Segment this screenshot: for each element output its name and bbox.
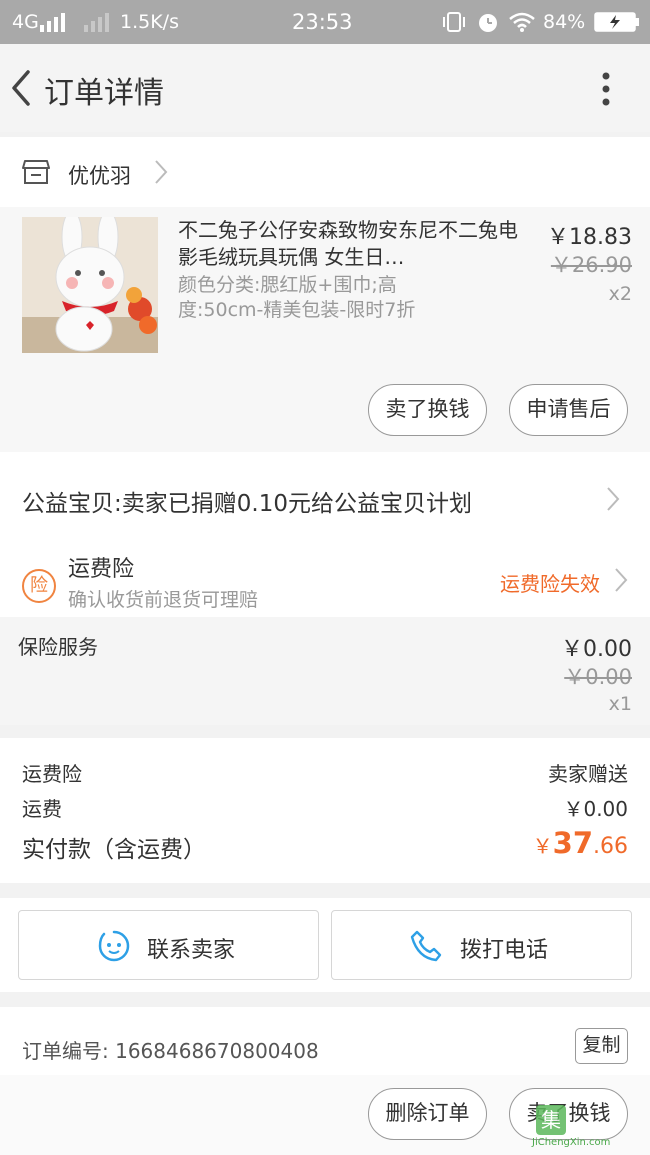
more-menu-icon[interactable] <box>592 70 620 110</box>
watermark-text: JiChengXin.com <box>532 1137 611 1148</box>
sell-button[interactable]: 卖了换钱 <box>509 1088 628 1140</box>
status-bar: 4G 1.5K/s 23:53 84% <box>0 0 650 44</box>
page-title: 订单详情 <box>44 76 164 111</box>
network-type: 4G <box>12 11 39 33</box>
shipping-insurance-status[interactable]: 运费险失效 <box>500 568 600 597</box>
charity-row[interactable]: 公益宝贝:卖家已捐赠0.10元给公益宝贝计划 <box>0 452 650 547</box>
insurance-service-price: ￥0.00 <box>561 637 632 662</box>
call-button[interactable]: 拨打电话 <box>331 910 632 980</box>
sell-button[interactable]: 卖了换钱 <box>368 384 487 436</box>
chevron-right-icon <box>615 568 628 592</box>
shop-name[interactable]: 优优羽 <box>68 160 131 190</box>
insurance-service-label: 保险服务 <box>18 635 98 659</box>
vibrate-icon <box>443 12 465 32</box>
chat-face-icon <box>98 930 130 962</box>
clock: 23:53 <box>292 10 353 34</box>
call-label: 拨打电话 <box>460 938 549 963</box>
order-number-label: 订单编号: <box>22 1039 109 1063</box>
after-sale-button[interactable]: 申请售后 <box>509 384 628 436</box>
order-number-value: 1668468670800408 <box>115 1039 319 1063</box>
product-spec: 颜色分类:腮红版+围巾;高度:50cm-精美包装-限时7折 <box>178 274 416 321</box>
watermark-logo: 集 <box>536 1105 566 1135</box>
product-title[interactable]: 不二兔子公仔安森致物安东尼不二兔电影毛绒玩具玩偶 女生日… <box>178 217 518 271</box>
shipping-insurance-row[interactable]: 险 运费险 确认收货前退货可理赔 运费险失效 <box>0 547 650 617</box>
chevron-right-icon <box>607 487 620 511</box>
summary-label: 运费 <box>22 797 62 821</box>
network-speed: 1.5K/s <box>120 11 179 33</box>
phone-icon <box>410 930 442 962</box>
total-integer: 37 <box>552 826 593 860</box>
summary-value: ￥0.00 <box>563 797 628 821</box>
product-quantity: x2 <box>608 283 632 305</box>
total-amount: ￥37.66 <box>533 826 628 860</box>
contact-seller-label: 联系卖家 <box>147 938 236 963</box>
payment-summary: 运费险 卖家赠送 运费 ￥0.00 实付款（含运费） ￥37.66 <box>0 738 650 883</box>
product-price: ￥18.83 <box>547 225 632 250</box>
product-original-price: ￥26.90 <box>550 253 632 277</box>
insurance-badge-icon: 险 <box>22 569 56 603</box>
chevron-right-icon <box>155 160 168 184</box>
product-image[interactable] <box>22 217 158 353</box>
insurance-service-row: 保险服务 ￥0.00 ￥0.00 x1 <box>0 617 650 725</box>
footer-bar: 删除订单 卖了换钱 集 JiChengXin.com <box>0 1075 650 1155</box>
store-icon <box>22 160 50 184</box>
title-bar: 订单详情 <box>0 44 650 132</box>
order-number: 订单编号: 1668468670800408 <box>22 1035 319 1064</box>
shipping-insurance-title: 运费险 <box>68 557 135 582</box>
total-currency: ￥ <box>532 834 553 858</box>
charity-text: 公益宝贝:卖家已捐赠0.10元给公益宝贝计划 <box>22 491 472 517</box>
total-label: 实付款（含运费） <box>22 837 206 863</box>
signal-icon <box>40 13 65 32</box>
shipping-insurance-subtitle: 确认收货前退货可理赔 <box>68 589 259 611</box>
product-card[interactable]: 不二兔子公仔安森致物安东尼不二兔电影毛绒玩具玩偶 女生日… 颜色分类:腮红版+围… <box>0 207 650 452</box>
wifi-icon <box>509 12 535 32</box>
delete-order-button[interactable]: 删除订单 <box>368 1088 487 1140</box>
signal-2-icon <box>84 13 109 32</box>
shop-row[interactable]: 优优羽 <box>0 137 650 207</box>
summary-value: 卖家赠送 <box>548 762 628 786</box>
insurance-service-original-price: ￥0.00 <box>564 665 632 689</box>
battery-percent: 84% <box>543 11 586 33</box>
alarm-icon <box>479 14 497 32</box>
insurance-service-quantity: x1 <box>608 693 632 715</box>
order-number-row: 订单编号: 1668468670800408 复制 <box>0 1007 650 1075</box>
battery-icon <box>594 12 639 32</box>
back-arrow-icon[interactable] <box>8 66 38 110</box>
total-decimal: .66 <box>593 834 628 859</box>
contact-seller-button[interactable]: 联系卖家 <box>18 910 319 980</box>
copy-order-number-button[interactable]: 复制 <box>575 1028 628 1064</box>
summary-label: 运费险 <box>22 762 82 786</box>
